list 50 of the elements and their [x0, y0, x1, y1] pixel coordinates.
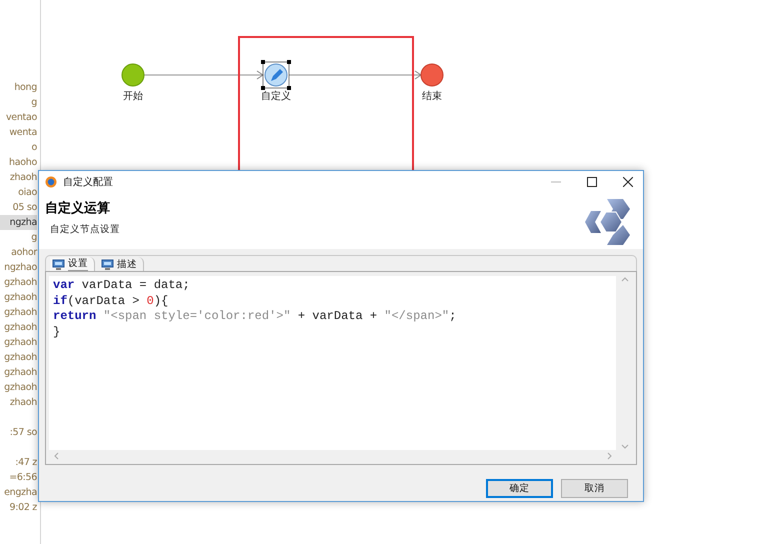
list-item[interactable]: :47 z [0, 455, 37, 470]
list-item[interactable]: 9:02 z [0, 500, 37, 515]
list-item[interactable]: zhaoh [0, 170, 37, 185]
list-item[interactable]: :57 so [0, 425, 37, 440]
code-line: } [53, 324, 62, 340]
cancel-button[interactable]: 取消 [561, 479, 628, 498]
list-item[interactable]: zhaoh [0, 395, 37, 410]
scroll-left-icon[interactable] [53, 452, 59, 460]
code-line: return "<span style='color:red'>" + varData + "</span>"; [53, 309, 458, 324]
list-item[interactable]: 05 so [0, 200, 37, 215]
list-item[interactable]: g [0, 95, 37, 110]
list-item[interactable]: gzhaoh [0, 335, 37, 350]
end-node[interactable] [420, 64, 444, 86]
scroll-down-icon[interactable] [620, 444, 628, 450]
list-item[interactable]: =6:56 [0, 470, 37, 485]
code-line: var varData = data; [53, 278, 191, 294]
code-editor[interactable]: var varData = data; if(varData > 0){ return "<span style='color:red'>" + varData + "</span>"; } [49, 276, 616, 450]
ok-button[interactable]: 确定 [486, 479, 553, 498]
dialog-heading: 自定义运算 [45, 200, 111, 217]
monitor-icon [52, 258, 65, 270]
list-item[interactable]: gzhaoh [0, 380, 37, 395]
dialog-subheading: 自定义节点设置 [50, 223, 120, 236]
list-item[interactable]: gzhaoh [0, 365, 37, 380]
start-node[interactable] [122, 64, 144, 86]
list-item[interactable]: haoho [0, 155, 37, 170]
list-item[interactable]: g [0, 230, 37, 245]
scroll-right-icon[interactable] [607, 452, 613, 460]
node-label: 自定义 [261, 90, 291, 103]
tab[interactable]: 设置 [50, 257, 95, 271]
list-item[interactable]: ngzhao [0, 260, 37, 275]
app-icon [45, 176, 57, 188]
list-item[interactable]: engzha [0, 485, 37, 500]
list-item[interactable]: oiao [0, 185, 37, 200]
list-item[interactable]: gzhaoh [0, 305, 37, 320]
list-item[interactable]: gzhaoh [0, 320, 37, 335]
list-item[interactable]: wenta [0, 125, 37, 140]
list-item[interactable]: hong [0, 80, 37, 95]
node-label: 开始 [123, 90, 143, 103]
list-item[interactable]: ngzha [0, 215, 37, 230]
scroll-up-icon[interactable] [620, 276, 628, 282]
list-item[interactable]: aohor [0, 245, 37, 260]
node-label: 结束 [422, 90, 442, 103]
monitor-icon [101, 258, 114, 270]
window-title: 自定义配置 [63, 176, 114, 189]
list-item[interactable]: gzhaoh [0, 275, 37, 290]
list-item[interactable]: gzhaoh [0, 350, 37, 365]
list-item[interactable]: o [0, 140, 37, 155]
list-item[interactable]: ventao [0, 110, 37, 125]
code-line: if(varData > 0){ [53, 294, 170, 309]
list-item[interactable]: gzhaoh [0, 290, 37, 305]
